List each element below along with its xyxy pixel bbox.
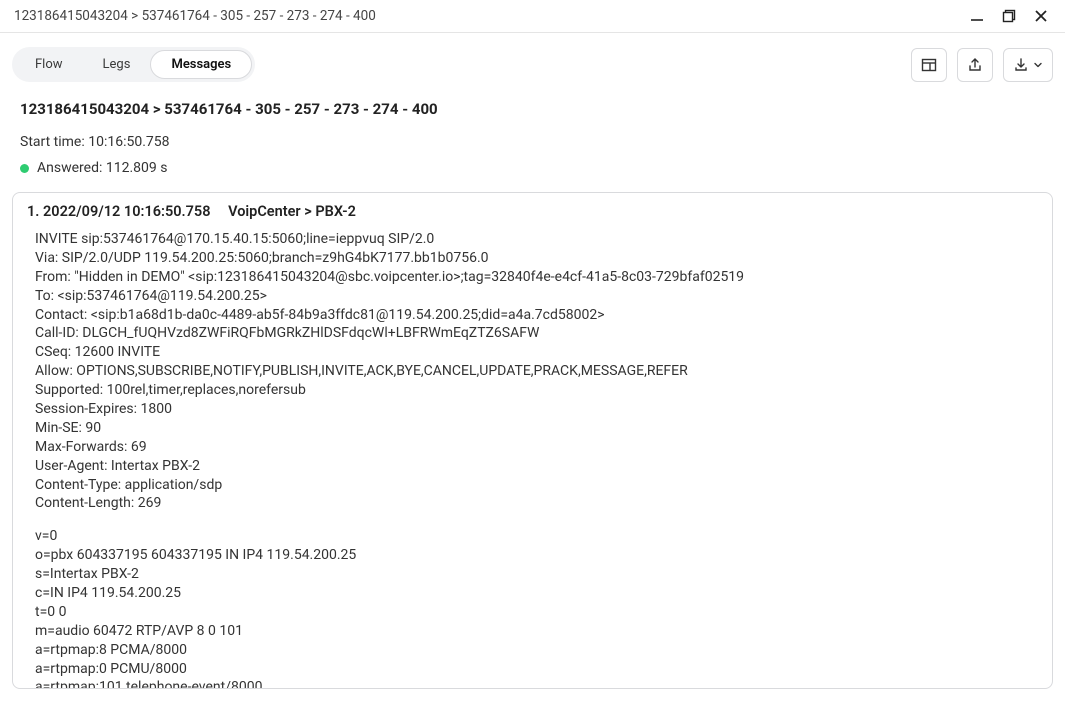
start-time-value: 10:16:50.758 xyxy=(88,134,169,150)
sip-line: From: "Hidden in DEMO" <sip:123186415043… xyxy=(35,268,1038,287)
sip-line: Allow: OPTIONS,SUBSCRIBE,NOTIFY,PUBLISH,… xyxy=(35,362,1038,381)
sip-line: Max-Forwards: 69 xyxy=(35,438,1038,457)
window-controls xyxy=(967,6,1051,26)
sip-line: INVITE sip:537461764@170.15.40.15:5060;l… xyxy=(35,230,1038,249)
sip-line: Supported: 100rel,timer,replaces,norefer… xyxy=(35,381,1038,400)
message-body: INVITE sip:537461764@170.15.40.15:5060;l… xyxy=(13,230,1052,688)
sip-line xyxy=(35,513,1038,527)
sip-line: CSeq: 12600 INVITE xyxy=(35,343,1038,362)
sip-line: Content-Type: application/sdp xyxy=(35,476,1038,495)
tab-legs[interactable]: Legs xyxy=(83,50,151,79)
status-dot-icon xyxy=(20,164,29,173)
sip-line: User-Agent: Intertax PBX-2 xyxy=(35,457,1038,476)
close-button[interactable] xyxy=(1031,6,1051,26)
message-route: VoipCenter > PBX-2 xyxy=(228,203,356,220)
sip-line: v=0 xyxy=(35,527,1038,546)
maximize-button[interactable] xyxy=(999,6,1019,26)
sip-line: Contact: <sip:b1a68d1b-da0c-4489-ab5f-84… xyxy=(35,306,1038,325)
sip-line: Call-ID: DLGCH_fUQHVzd8ZWFiRQFbMGRkZHlDS… xyxy=(35,324,1038,343)
sip-line: a=rtpmap:101 telephone-event/8000 xyxy=(35,678,1038,688)
start-time-label: Start time: xyxy=(20,134,85,150)
sip-line: s=Intertax PBX-2 xyxy=(35,565,1038,584)
sip-line: t=0 0 xyxy=(35,603,1038,622)
start-time: Start time: 10:16:50.758 xyxy=(20,134,1053,150)
sip-line: o=pbx 604337195 604337195 IN IP4 119.54.… xyxy=(35,546,1038,565)
chevron-down-icon xyxy=(1033,60,1043,70)
sip-line: To: <sip:537461764@119.54.200.25> xyxy=(35,287,1038,306)
sip-line: Session-Expires: 1800 xyxy=(35,400,1038,419)
call-status: Answered: 112.809 s xyxy=(20,160,1053,176)
download-icon xyxy=(1013,57,1029,73)
main-area: Flow Legs Messages 123186415043204 > 537… xyxy=(0,33,1065,701)
message-header[interactable]: 1. 2022/09/12 10:16:50.758 VoipCenter > … xyxy=(13,193,1052,230)
download-button[interactable] xyxy=(1003,48,1053,82)
sip-line: Content-Length: 269 xyxy=(35,494,1038,513)
message-timestamp: 2022/09/12 10:16:50.758 xyxy=(43,203,210,220)
minimize-button[interactable] xyxy=(967,6,987,26)
tab-flow[interactable]: Flow xyxy=(15,50,83,79)
sip-line: a=rtpmap:0 PCMU/8000 xyxy=(35,660,1038,679)
sip-line: a=rtpmap:8 PCMA/8000 xyxy=(35,641,1038,660)
sip-line: m=audio 60472 RTP/AVP 8 0 101 xyxy=(35,622,1038,641)
tab-messages[interactable]: Messages xyxy=(150,50,252,79)
window-titlebar: 123186415043204 > 537461764 - 305 - 257 … xyxy=(0,0,1065,33)
sip-line: Via: SIP/2.0/UDP 119.54.200.25:5060;bran… xyxy=(35,249,1038,268)
view-tabs: Flow Legs Messages xyxy=(12,47,255,82)
toolbar-actions xyxy=(911,48,1053,82)
status-value: 112.809 s xyxy=(106,160,168,176)
status-label: Answered: xyxy=(37,160,102,176)
layout-button[interactable] xyxy=(911,48,947,82)
sip-line: c=IN IP4 119.54.200.25 xyxy=(35,584,1038,603)
share-button[interactable] xyxy=(957,48,993,82)
sip-line: Min-SE: 90 xyxy=(35,419,1038,438)
message-index: 1. xyxy=(27,203,39,220)
window-title: 123186415043204 > 537461764 - 305 - 257 … xyxy=(14,8,376,24)
message-panel: 1. 2022/09/12 10:16:50.758 VoipCenter > … xyxy=(12,192,1053,689)
toolbar: Flow Legs Messages xyxy=(12,47,1053,82)
share-icon xyxy=(967,57,983,73)
call-heading: 123186415043204 > 537461764 - 305 - 257 … xyxy=(20,100,1053,118)
layout-icon xyxy=(921,57,937,73)
